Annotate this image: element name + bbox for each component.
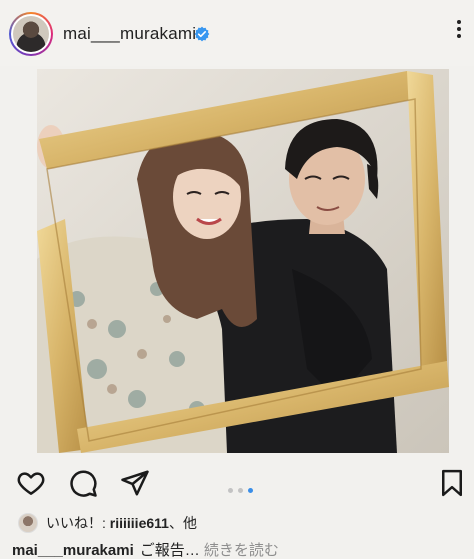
avatar-inner [11,14,51,54]
bookmark-icon[interactable] [437,468,467,498]
post-image[interactable] [37,69,449,453]
profile-avatar[interactable] [9,12,53,56]
heart-icon[interactable] [16,468,46,498]
post-header: mai___murakami [0,0,474,66]
more-options-icon[interactable] [456,20,462,44]
carousel-dot[interactable] [238,488,243,493]
post-photo-illustration [37,69,449,453]
likes-prefix: いいね！: [46,515,110,531]
carousel-indicator [228,480,258,493]
likes-others[interactable]: 、他 [169,515,197,531]
caption-text: ご報告… [139,542,204,559]
verified-badge-icon [194,26,210,42]
likes-row: いいね！: riiiiiie611、他 [18,511,197,535]
read-more-link[interactable]: 続きを読む [204,542,279,559]
username-link[interactable]: mai___murakami [63,24,196,44]
avatar-image [13,16,49,52]
likes-text: いいね！: riiiiiie611、他 [46,513,197,533]
liker-username[interactable]: riiiiiie611 [110,515,169,531]
caption-username[interactable]: mai___murakami [12,542,134,559]
carousel-dot-active[interactable] [248,488,253,493]
caption: mai___murakami ご報告… 続きを読む [12,539,279,559]
action-bar [0,462,474,504]
comment-icon[interactable] [68,468,98,498]
carousel-dot[interactable] [228,488,233,493]
liker-avatar[interactable] [18,513,38,533]
share-icon[interactable] [120,468,150,498]
